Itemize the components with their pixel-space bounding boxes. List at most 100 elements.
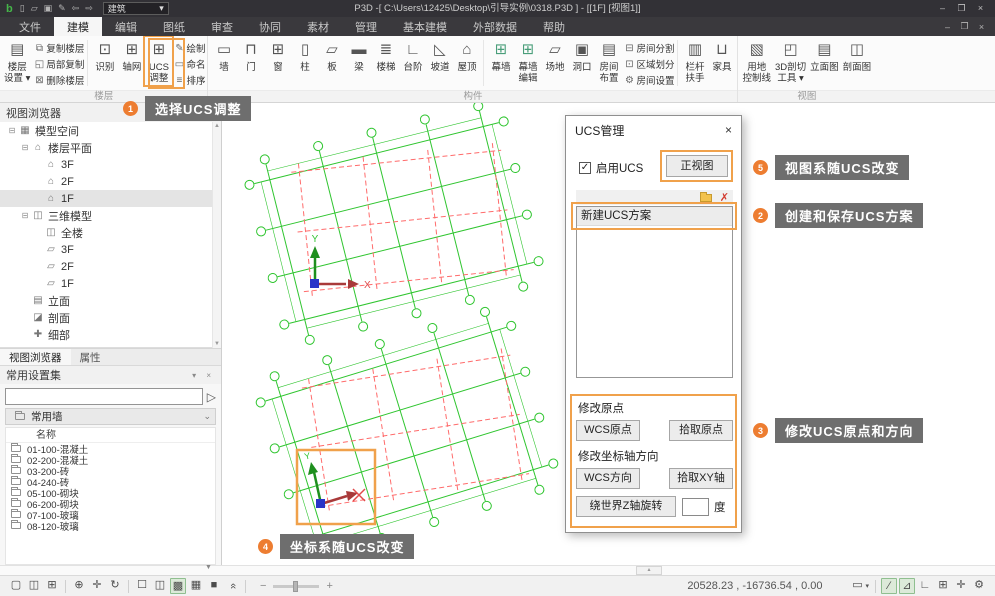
menu-tab[interactable]: 管理 — [342, 17, 390, 36]
search-run-icon[interactable]: ▷ — [207, 390, 216, 404]
tree-item[interactable]: ⊟⌂楼层平面 — [0, 139, 221, 156]
collection-dropdown[interactable]: 常用墙 ⌄ — [5, 408, 216, 425]
tree-item[interactable]: ▱2F — [0, 258, 221, 275]
front-view-button[interactable]: 正视图 — [666, 155, 728, 177]
tab-properties[interactable]: 属性 — [71, 349, 110, 365]
consistent-style-icon[interactable]: ▦ — [188, 578, 204, 594]
tree-item[interactable]: ⌂3F — [0, 156, 221, 173]
ribbon-button[interactable]: ∟台阶 — [399, 37, 426, 74]
tree-item[interactable]: ▱3F — [0, 241, 221, 258]
search-input[interactable] — [5, 388, 203, 405]
close-icon[interactable]: × — [725, 123, 732, 137]
hidden-line-style-icon[interactable]: ◫ — [152, 578, 168, 594]
menu-tab[interactable]: 审查 — [198, 17, 246, 36]
ribbon-button[interactable]: ▤楼层设置 ▾ — [2, 37, 32, 85]
tree-item[interactable]: ◫全楼 — [0, 224, 221, 241]
delete-scheme-icon[interactable]: ✗ — [720, 191, 729, 204]
grid-toggle-icon[interactable]: ⊞ — [935, 578, 951, 594]
settings-gear-icon[interactable]: ⚙ — [971, 578, 987, 594]
menu-tab[interactable]: 基本建模 — [390, 17, 460, 36]
tree-item[interactable]: ⌂1F — [0, 190, 221, 207]
tile-view-icon[interactable]: ◫ — [26, 578, 42, 594]
pan-icon[interactable]: ✛ — [89, 578, 105, 594]
ribbon-button[interactable]: ▧用地控制线 — [740, 37, 773, 85]
shaded-style-icon[interactable]: ▩ — [170, 578, 186, 594]
ribbon-small-button[interactable]: ⊡区域划分 — [622, 56, 674, 72]
menu-tab[interactable]: 帮助 — [530, 17, 578, 36]
tree-scrollbar[interactable]: ▲▼ — [212, 122, 221, 348]
zoom-track[interactable] — [273, 585, 319, 588]
collapse-icon[interactable]: ⊟ — [19, 143, 31, 152]
wcs-direction-button[interactable]: WCS方向 — [576, 468, 640, 489]
ribbon-small-button[interactable]: ⊠删除楼层 — [32, 72, 84, 88]
menu-tab[interactable]: 协同 — [246, 17, 294, 36]
tab-view-browser[interactable]: 视图浏览器 — [0, 349, 71, 365]
ribbon-button[interactable]: ⌂屋顶 — [453, 37, 480, 74]
rotate-angle-input[interactable] — [682, 498, 709, 516]
collapse-styles-icon[interactable]: « — [224, 578, 240, 594]
snap-mode-icon[interactable]: ⊿ — [899, 578, 915, 594]
panel-menu-icons[interactable]: ▾ × — [192, 371, 215, 380]
ribbon-button[interactable]: ▤房间布置 — [595, 37, 622, 85]
new-scheme-folder-icon[interactable] — [700, 194, 712, 202]
save-as-icon[interactable]: ✎ — [58, 0, 66, 17]
realistic-style-icon[interactable]: ■ — [206, 578, 222, 594]
restore-button[interactable]: ❐ — [952, 0, 971, 17]
ribbon-button[interactable]: ◰3D剖切工具 ▾ — [773, 37, 808, 85]
ribbon-button[interactable]: ⊞幕墙 — [487, 37, 514, 74]
add-view-icon[interactable]: ⊞ — [44, 578, 60, 594]
redo-icon[interactable]: ⇨ — [85, 0, 93, 17]
scroll-down-icon[interactable]: ▼ — [214, 341, 220, 347]
doc-close-button[interactable]: × — [973, 22, 990, 32]
minimize-button[interactable]: – — [933, 0, 952, 17]
ucs-scheme-list[interactable]: 新建UCS方案 — [576, 206, 733, 378]
ribbon-button[interactable]: ▭墙 — [210, 37, 237, 74]
dialog-titlebar[interactable]: UCS管理 × — [566, 116, 741, 142]
tree-item[interactable]: ⊟▦模型空间 — [0, 122, 221, 139]
orbit-icon[interactable]: ↻ — [107, 578, 123, 594]
doc-restore-button[interactable]: ❐ — [956, 21, 973, 32]
ribbon-button[interactable]: ▱板 — [318, 37, 345, 74]
menu-tab[interactable]: 文件 — [6, 17, 54, 36]
new-view-icon[interactable]: ▢ — [8, 578, 24, 594]
zoom-in-icon[interactable]: + — [326, 580, 332, 592]
ortho-mode-icon[interactable]: ∕ — [881, 578, 897, 594]
ribbon-button[interactable]: ▥栏杆扶手 — [681, 37, 708, 85]
ribbon-button[interactable]: ◫剖面图 — [841, 37, 874, 74]
ucs-scheme-item[interactable]: 新建UCS方案 — [577, 207, 732, 226]
menu-tab[interactable]: 图纸 — [150, 17, 198, 36]
tree-item[interactable]: ⌂2F — [0, 173, 221, 190]
wcs-origin-button[interactable]: WCS原点 — [576, 420, 640, 441]
menu-tab[interactable]: 建模 — [54, 17, 102, 36]
pick-origin-button[interactable]: 拾取原点 — [669, 420, 733, 441]
collapse-icon[interactable]: ⊟ — [19, 211, 31, 220]
tree-item[interactable]: ✚细部 — [0, 326, 221, 343]
right-angle-icon[interactable]: ∟ — [917, 578, 933, 594]
ribbon-button[interactable]: ⊓门 — [237, 37, 264, 74]
ribbon-button[interactable]: ▬梁 — [345, 37, 372, 74]
command-bar-handle[interactable]: ▴ — [636, 566, 662, 575]
collapse-panel-icon[interactable]: ▼ — [205, 564, 212, 571]
close-button[interactable]: × — [971, 0, 990, 17]
enable-ucs-checkbox[interactable]: ✓ 启用UCS — [579, 160, 643, 176]
rotate-z-button[interactable]: 绕世界Z轴旋转 — [576, 496, 676, 517]
doc-minimize-button[interactable]: – — [939, 22, 956, 32]
new-file-icon[interactable]: ▯ — [20, 0, 25, 17]
ribbon-small-button[interactable]: ⚙房间设置 — [622, 72, 674, 88]
tree-item[interactable]: ◪剖面 — [0, 309, 221, 326]
ribbon-button[interactable]: ⊔家具 — [708, 37, 735, 74]
tree-item[interactable]: ▱1F — [0, 275, 221, 292]
select-mode-icon[interactable]: ▭ — [849, 578, 865, 594]
ribbon-button[interactable]: ≣楼梯 — [372, 37, 399, 74]
ribbon-button[interactable]: ▤立面图 — [808, 37, 841, 74]
tree-item[interactable]: ▤立面 — [0, 292, 221, 309]
undo-icon[interactable]: ⇦ — [72, 0, 80, 17]
ribbon-button[interactable]: ▱场地 — [541, 37, 568, 74]
ribbon-button[interactable]: ⊞窗 — [264, 37, 291, 74]
pick-xy-button[interactable]: 拾取XY轴 — [669, 468, 733, 489]
profile-dropdown[interactable]: 建筑 ▾ — [103, 2, 169, 15]
ribbon-button[interactable]: ⊞幕墙编辑 — [514, 37, 541, 85]
zoom-handle[interactable] — [293, 581, 298, 592]
save-icon[interactable]: ▣ — [44, 0, 53, 17]
menu-tab[interactable]: 素材 — [294, 17, 342, 36]
